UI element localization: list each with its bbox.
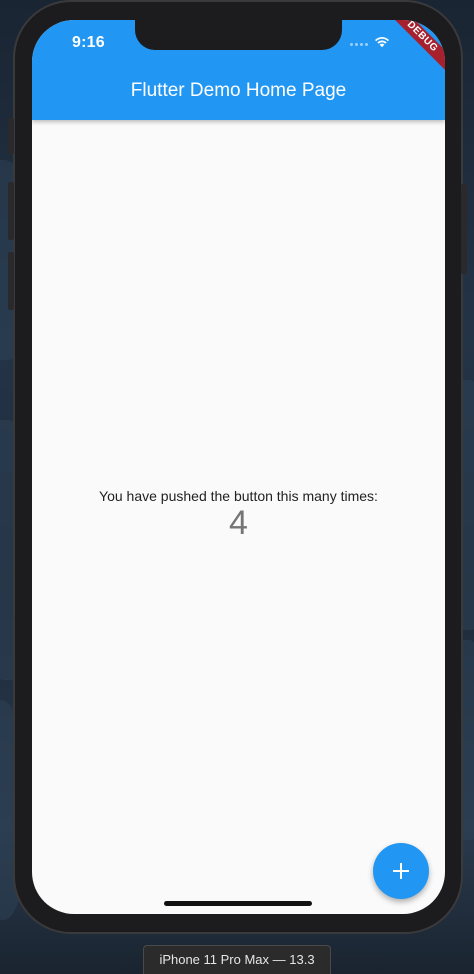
home-indicator — [164, 901, 312, 906]
notch — [135, 20, 342, 50]
debug-banner: DEBUG — [385, 20, 445, 74]
counter-message: You have pushed the button this many tim… — [99, 488, 378, 504]
volume-down-button — [8, 252, 14, 310]
app-bar: 9:16 DEBUG Flutter Demo Home Page — [32, 20, 445, 120]
page-title: Flutter Demo Home Page — [130, 80, 347, 101]
volume-up-button — [8, 182, 14, 240]
simulator-device-label: iPhone 11 Pro Max — 13.3 — [143, 945, 331, 974]
counter-value: 4 — [229, 504, 248, 542]
plus-icon — [393, 863, 409, 879]
app-screen: 9:16 DEBUG Flutter Demo Home Page You ha… — [32, 20, 445, 914]
power-button — [461, 184, 467, 274]
mute-switch — [8, 118, 14, 154]
signal-dots-icon — [350, 43, 368, 46]
wifi-icon — [375, 37, 389, 48]
increment-button[interactable] — [373, 843, 429, 899]
status-time: 9:16 — [72, 34, 105, 51]
